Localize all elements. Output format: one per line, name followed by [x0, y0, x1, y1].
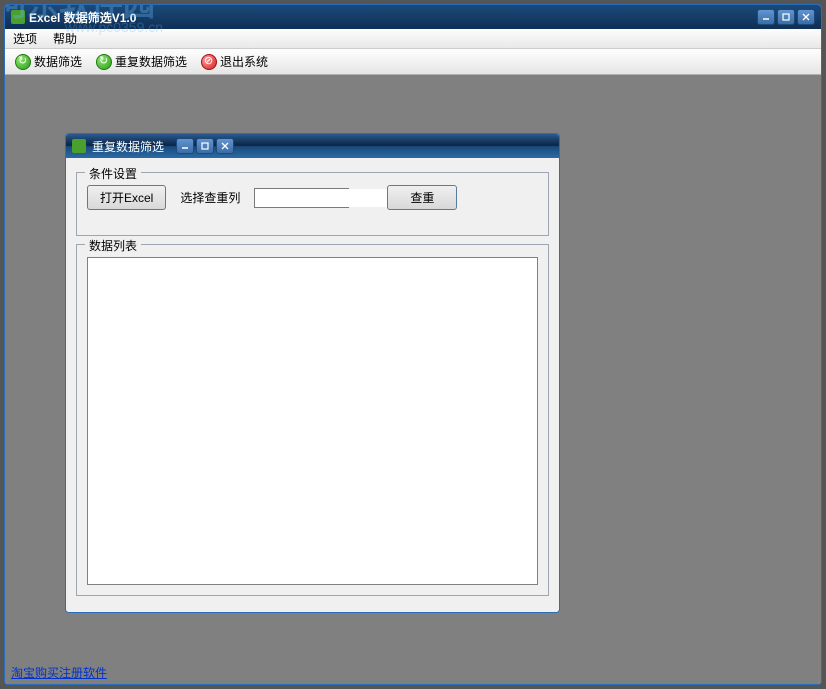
toolbar-filter-label: 数据筛选	[34, 53, 82, 70]
main-titlebar: Excel 数据筛选V1.0	[5, 5, 821, 29]
refresh-icon	[15, 54, 31, 70]
child-close-button[interactable]	[216, 138, 234, 154]
child-title: 重复数据筛选	[92, 138, 164, 155]
child-maximize-button[interactable]	[196, 138, 214, 154]
main-window: Excel 数据筛选V1.0 选项 帮助 河东软件园 www.pc0359.cn…	[4, 4, 822, 685]
toolbar-exit-label: 退出系统	[220, 53, 268, 70]
child-minimize-button[interactable]	[176, 138, 194, 154]
close-button[interactable]	[797, 9, 815, 25]
menubar: 选项 帮助 河东软件园 www.pc0359.cn	[5, 29, 821, 49]
maximize-button[interactable]	[777, 9, 795, 25]
taobao-register-link[interactable]: 淘宝购买注册软件	[11, 664, 107, 681]
main-title: Excel 数据筛选V1.0	[29, 9, 136, 26]
main-window-controls	[757, 9, 815, 25]
toolbar-exit-button[interactable]: 退出系统	[197, 51, 272, 72]
mdi-client-area: 重复数据筛选 条件设置	[5, 75, 821, 684]
toolbar: 数据筛选 重复数据筛选 退出系统	[5, 49, 821, 75]
check-dup-button[interactable]: 查重	[387, 185, 457, 210]
close-icon	[221, 142, 229, 150]
toolbar-filter-button[interactable]: 数据筛选	[11, 51, 86, 72]
open-excel-button[interactable]: 打开Excel	[87, 185, 166, 210]
toolbar-dup-filter-label: 重复数据筛选	[115, 53, 187, 70]
child-window-controls	[176, 138, 234, 154]
child-body: 条件设置 打开Excel 选择查重列 ▼ 查重 数据	[66, 158, 559, 612]
excel-icon	[72, 139, 86, 153]
condition-legend: 条件设置	[85, 165, 141, 182]
data-list-area[interactable]	[87, 257, 538, 585]
select-col-label: 选择查重列	[180, 189, 240, 206]
refresh-icon	[96, 54, 112, 70]
datalist-groupbox: 数据列表	[76, 244, 549, 596]
condition-groupbox: 条件设置 打开Excel 选择查重列 ▼ 查重	[76, 172, 549, 236]
child-window: 重复数据筛选 条件设置	[65, 133, 560, 613]
datalist-legend: 数据列表	[85, 237, 141, 254]
child-titlebar: 重复数据筛选	[66, 134, 559, 158]
menu-help[interactable]: 帮助	[53, 30, 77, 47]
toolbar-dup-filter-button[interactable]: 重复数据筛选	[92, 51, 191, 72]
maximize-icon	[201, 142, 209, 150]
app-icon	[11, 10, 25, 24]
menu-options[interactable]: 选项	[13, 30, 37, 47]
minimize-button[interactable]	[757, 9, 775, 25]
minimize-icon	[181, 142, 189, 150]
select-col-combobox[interactable]: ▼	[254, 188, 349, 208]
exit-icon	[201, 54, 217, 70]
close-icon	[802, 13, 810, 21]
maximize-icon	[782, 13, 790, 21]
condition-row: 打开Excel 选择查重列 ▼ 查重	[87, 185, 538, 210]
minimize-icon	[762, 13, 770, 21]
